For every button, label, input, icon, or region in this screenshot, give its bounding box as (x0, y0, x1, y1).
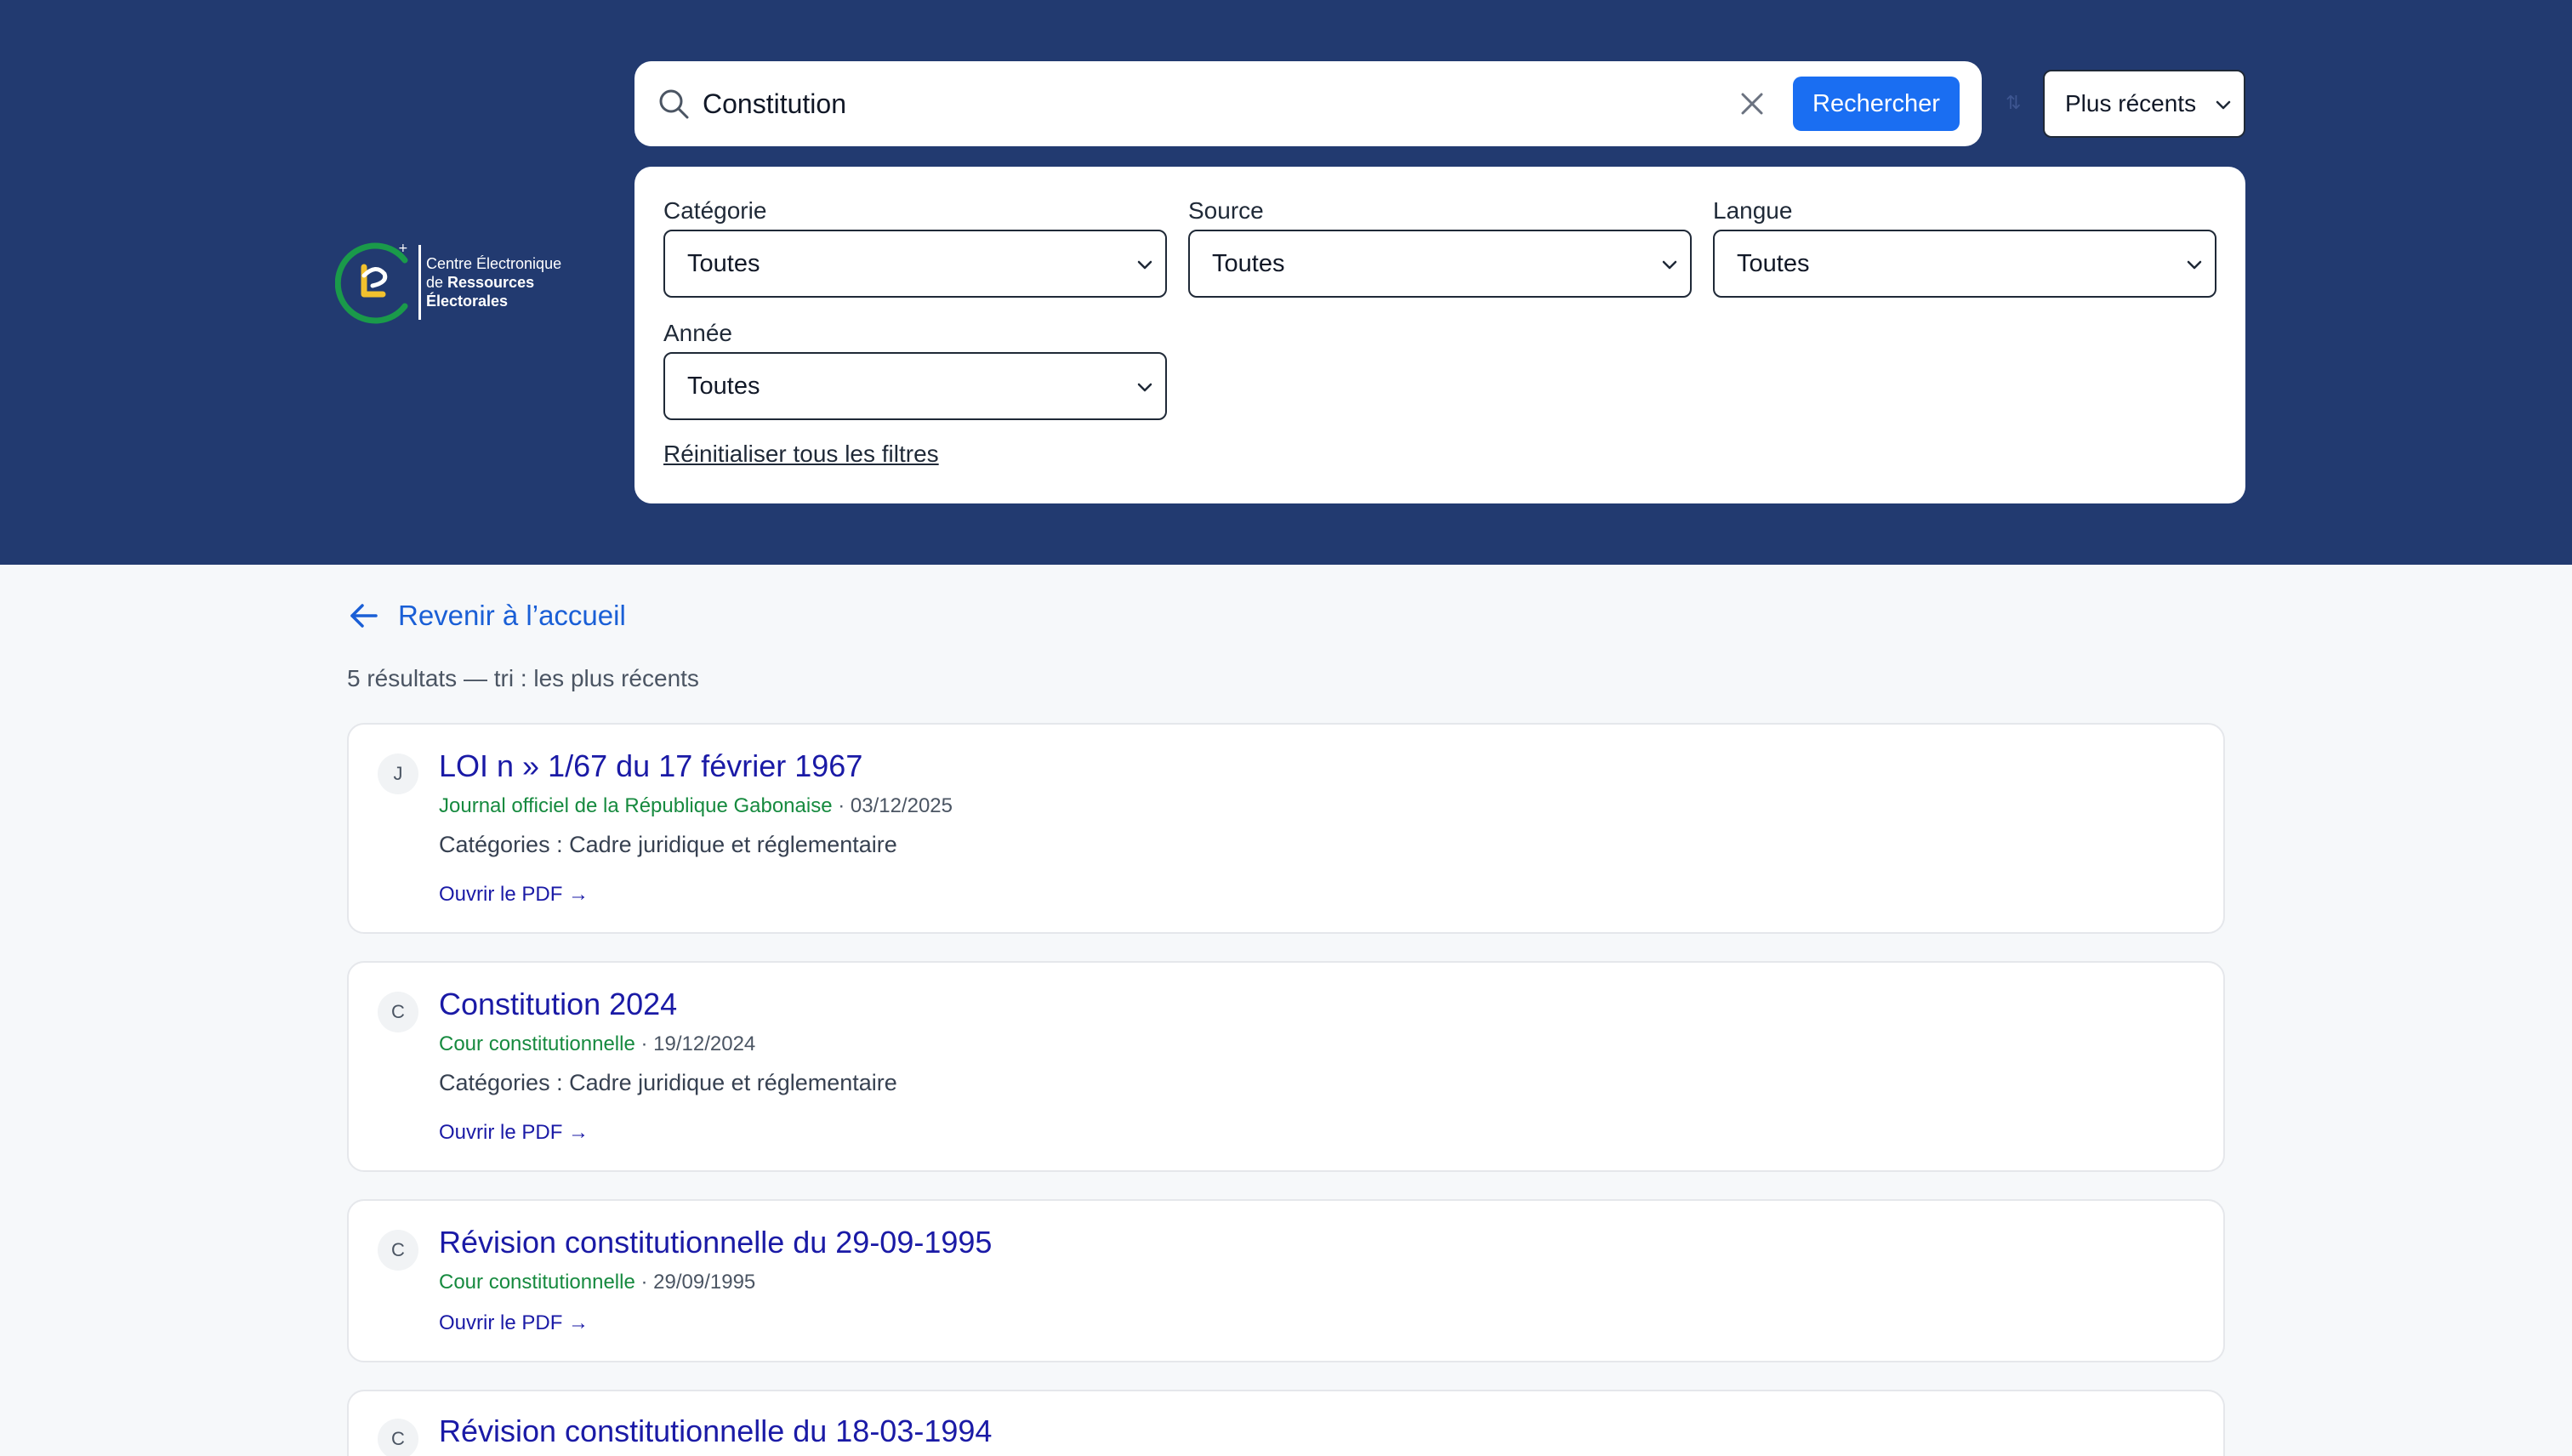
logo-emblem-icon: + (335, 242, 408, 324)
filters-panel: Catégorie Toutes Source Toutes Langue To… (634, 167, 2245, 503)
category-select[interactable]: Toutes (663, 230, 1167, 298)
result-title-link[interactable]: Constitution 2024 (439, 987, 677, 1022)
reset-filters-link[interactable]: Réinitialiser tous les filtres (663, 441, 939, 468)
sort-select[interactable]: Plus récents (2043, 70, 2245, 138)
result-title-link[interactable]: Révision constitutionnelle du 29-09-1995 (439, 1225, 992, 1260)
chevron-down-icon (2216, 100, 2231, 110)
language-label: Langue (1713, 197, 1793, 224)
result-date: · 29/09/1995 (634, 1271, 756, 1294)
result-date: · 03/12/2025 (832, 794, 953, 817)
logo-wordmark: Centre Électronique de Ressources Électo… (426, 254, 561, 310)
results-summary: 5 résultats — tri : les plus récents (347, 665, 699, 691)
sort-icon: ⇅ (2006, 92, 2022, 113)
source-select[interactable]: Toutes (1188, 230, 1692, 298)
source-initial-badge: J (378, 754, 418, 794)
chevron-down-icon (2187, 260, 2202, 270)
result-source: Cour constitutionnelle (439, 1271, 635, 1294)
search-bar: Rechercher (634, 61, 1982, 146)
header-bar: + Centre Électronique de Ressources Élec… (0, 0, 2572, 565)
chevron-down-icon (1662, 260, 1677, 270)
source-initial-badge: C (378, 992, 418, 1032)
result-meta: Cour constitutionnelle · 29/09/1995 (439, 1271, 755, 1294)
result-meta: Cour constitutionnelle · 19/12/2024 (439, 1032, 755, 1056)
search-button[interactable]: Rechercher (1793, 77, 1960, 131)
result-card: J LOI n » 1/67 du 17 février 1967 Journa… (347, 723, 2225, 934)
result-date: · 19/12/2024 (634, 1032, 756, 1055)
logo-line-1: Centre Électronique (426, 255, 562, 272)
year-label: Année (663, 320, 732, 346)
year-selected-value: Toutes (687, 372, 760, 400)
result-title-link[interactable]: Révision constitutionnelle du 18-03-1994 (439, 1413, 992, 1449)
search-input[interactable] (703, 82, 1672, 126)
language-selected-value: Toutes (1737, 249, 1810, 277)
result-categories: Catégories : Cadre juridique et réglemen… (439, 832, 897, 857)
logo-line-2: de Ressources (426, 274, 535, 291)
result-card: C Révision constitutionnelle du 18-03-19… (347, 1390, 2225, 1456)
result-card: C Constitution 2024 Cour constitutionnel… (347, 961, 2225, 1172)
language-select[interactable]: Toutes (1713, 230, 2216, 298)
back-to-home-link[interactable]: Revenir à l’accueil (347, 595, 626, 636)
site-logo[interactable]: + Centre Électronique de Ressources Élec… (335, 238, 599, 327)
year-select[interactable]: Toutes (663, 352, 1167, 420)
category-selected-value: Toutes (687, 249, 760, 277)
source-initial-badge: C (378, 1230, 418, 1271)
result-title-link[interactable]: LOI n » 1/67 du 17 février 1967 (439, 748, 862, 784)
category-label: Catégorie (663, 197, 767, 224)
open-pdf-link[interactable]: Ouvrir le PDF → (439, 1121, 589, 1145)
result-categories: Catégories : Cadre juridique et réglemen… (439, 1070, 897, 1095)
logo-line-3: Électorales (426, 293, 509, 310)
sort-selected-value: Plus récents (2065, 90, 2197, 117)
source-initial-badge: C (378, 1419, 418, 1456)
result-source: Cour constitutionnelle (439, 1032, 635, 1055)
arrow-left-icon (350, 604, 378, 628)
source-selected-value: Toutes (1212, 249, 1285, 277)
source-label: Source (1188, 197, 1264, 224)
result-source: Journal officiel de la République Gabona… (439, 794, 833, 817)
close-icon[interactable] (1738, 90, 1766, 117)
chevron-down-icon (1137, 260, 1152, 270)
back-link-label: Revenir à l’accueil (398, 600, 626, 631)
result-card: C Révision constitutionnelle du 29-09-19… (347, 1199, 2225, 1362)
open-pdf-link[interactable]: Ouvrir le PDF → (439, 883, 589, 907)
svg-text:+: + (398, 242, 408, 255)
search-icon (659, 89, 689, 119)
chevron-down-icon (1137, 383, 1152, 392)
result-meta: Journal officiel de la République Gabona… (439, 794, 953, 818)
logo-divider (418, 245, 421, 320)
open-pdf-link[interactable]: Ouvrir le PDF → (439, 1311, 589, 1335)
